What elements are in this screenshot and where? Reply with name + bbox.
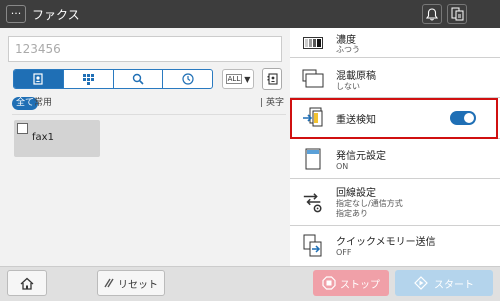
divider [12, 114, 286, 115]
search-icon [132, 73, 144, 85]
index-dropdown[interactable]: ALL ▼ [222, 69, 254, 89]
setting-line[interactable]: 回線設定 指定なし/通信方式 指定あり [290, 179, 500, 226]
setting-density-label: 濃度 [336, 35, 356, 46]
tab-search[interactable] [114, 70, 164, 88]
home-icon [20, 277, 34, 290]
setting-sender[interactable]: 発信元設定 ON [290, 139, 500, 179]
mixed-original-icon [302, 68, 324, 90]
setting-mixed-original[interactable]: 混載原稿 しない [290, 58, 500, 98]
line-settings-icon [302, 191, 324, 213]
directory-button[interactable] [262, 68, 282, 90]
settings-panel: 濃度 ふつう 混載原稿 しない 重送検知 発信元設定 ON 回線設定 指定なし/… [290, 28, 500, 266]
notification-bell-icon[interactable] [422, 4, 442, 24]
filter-chip-alphabet-label: 英字 [265, 98, 284, 108]
density-icon [302, 32, 324, 54]
setting-density[interactable]: 濃度 ふつう [290, 28, 500, 58]
setting-sender-value: ON [336, 162, 349, 171]
destination-checkbox[interactable] [17, 123, 28, 134]
job-status-icon[interactable] [447, 4, 467, 24]
destination-panel: 123456 ALL ▼ 全て 常用 | 英字 fax1 [0, 28, 290, 266]
destination-input[interactable]: 123456 [8, 36, 282, 62]
stop-icon [322, 276, 336, 290]
setting-quick-memory[interactable]: クイックメモリー送信 OFF [290, 226, 500, 266]
stop-label: ストップ [340, 279, 380, 291]
destination-name: fax1 [32, 132, 54, 143]
filter-chip-alphabet[interactable]: | 英字 [260, 97, 284, 110]
highlight-box [290, 98, 498, 139]
home-button[interactable] [7, 270, 47, 296]
tab-history[interactable] [163, 70, 212, 88]
tab-address-book[interactable] [14, 70, 64, 88]
chevron-down-icon: ▼ [244, 74, 251, 84]
start-label: スタート [434, 279, 474, 291]
setting-mixed-original-label: 混載原稿 [336, 71, 376, 82]
index-dropdown-value: ALL [225, 74, 243, 84]
quick-memory-icon [302, 234, 324, 257]
setting-line-value-2: 指定あり [336, 209, 368, 218]
tab-keypad[interactable] [64, 70, 114, 88]
start-icon [414, 276, 428, 290]
setting-mixed-original-value: しない [336, 82, 360, 91]
top-bar: ··· ファクス [0, 0, 500, 28]
address-tabs [13, 69, 213, 89]
filter-row: 全て 常用 | 英字 [12, 97, 284, 111]
app-title: ファクス [32, 8, 80, 22]
reset-icon [104, 278, 114, 288]
keypad-icon [82, 73, 94, 85]
setting-quick-memory-label: クイックメモリー送信 [336, 237, 436, 248]
sender-settings-icon [302, 148, 324, 170]
clock-icon [182, 73, 194, 85]
setting-line-label: 回線設定 [336, 188, 376, 199]
menu-button[interactable]: ··· [6, 5, 26, 23]
stop-button[interactable]: ストップ [313, 270, 389, 296]
setting-line-value-1: 指定なし/通信方式 [336, 199, 403, 208]
filter-chip-common[interactable]: 常用 [34, 97, 52, 110]
bottom-bar: リセット ストップ スタート [0, 266, 500, 301]
reset-button[interactable]: リセット [97, 270, 165, 296]
reset-label: リセット [118, 279, 158, 291]
setting-density-value: ふつう [336, 45, 360, 54]
destination-item[interactable]: fax1 [14, 120, 100, 157]
directory-icon [267, 72, 278, 85]
address-book-icon [33, 73, 43, 85]
setting-sender-label: 発信元設定 [336, 151, 386, 162]
setting-quick-memory-value: OFF [336, 248, 352, 257]
start-button[interactable]: スタート [395, 270, 493, 296]
